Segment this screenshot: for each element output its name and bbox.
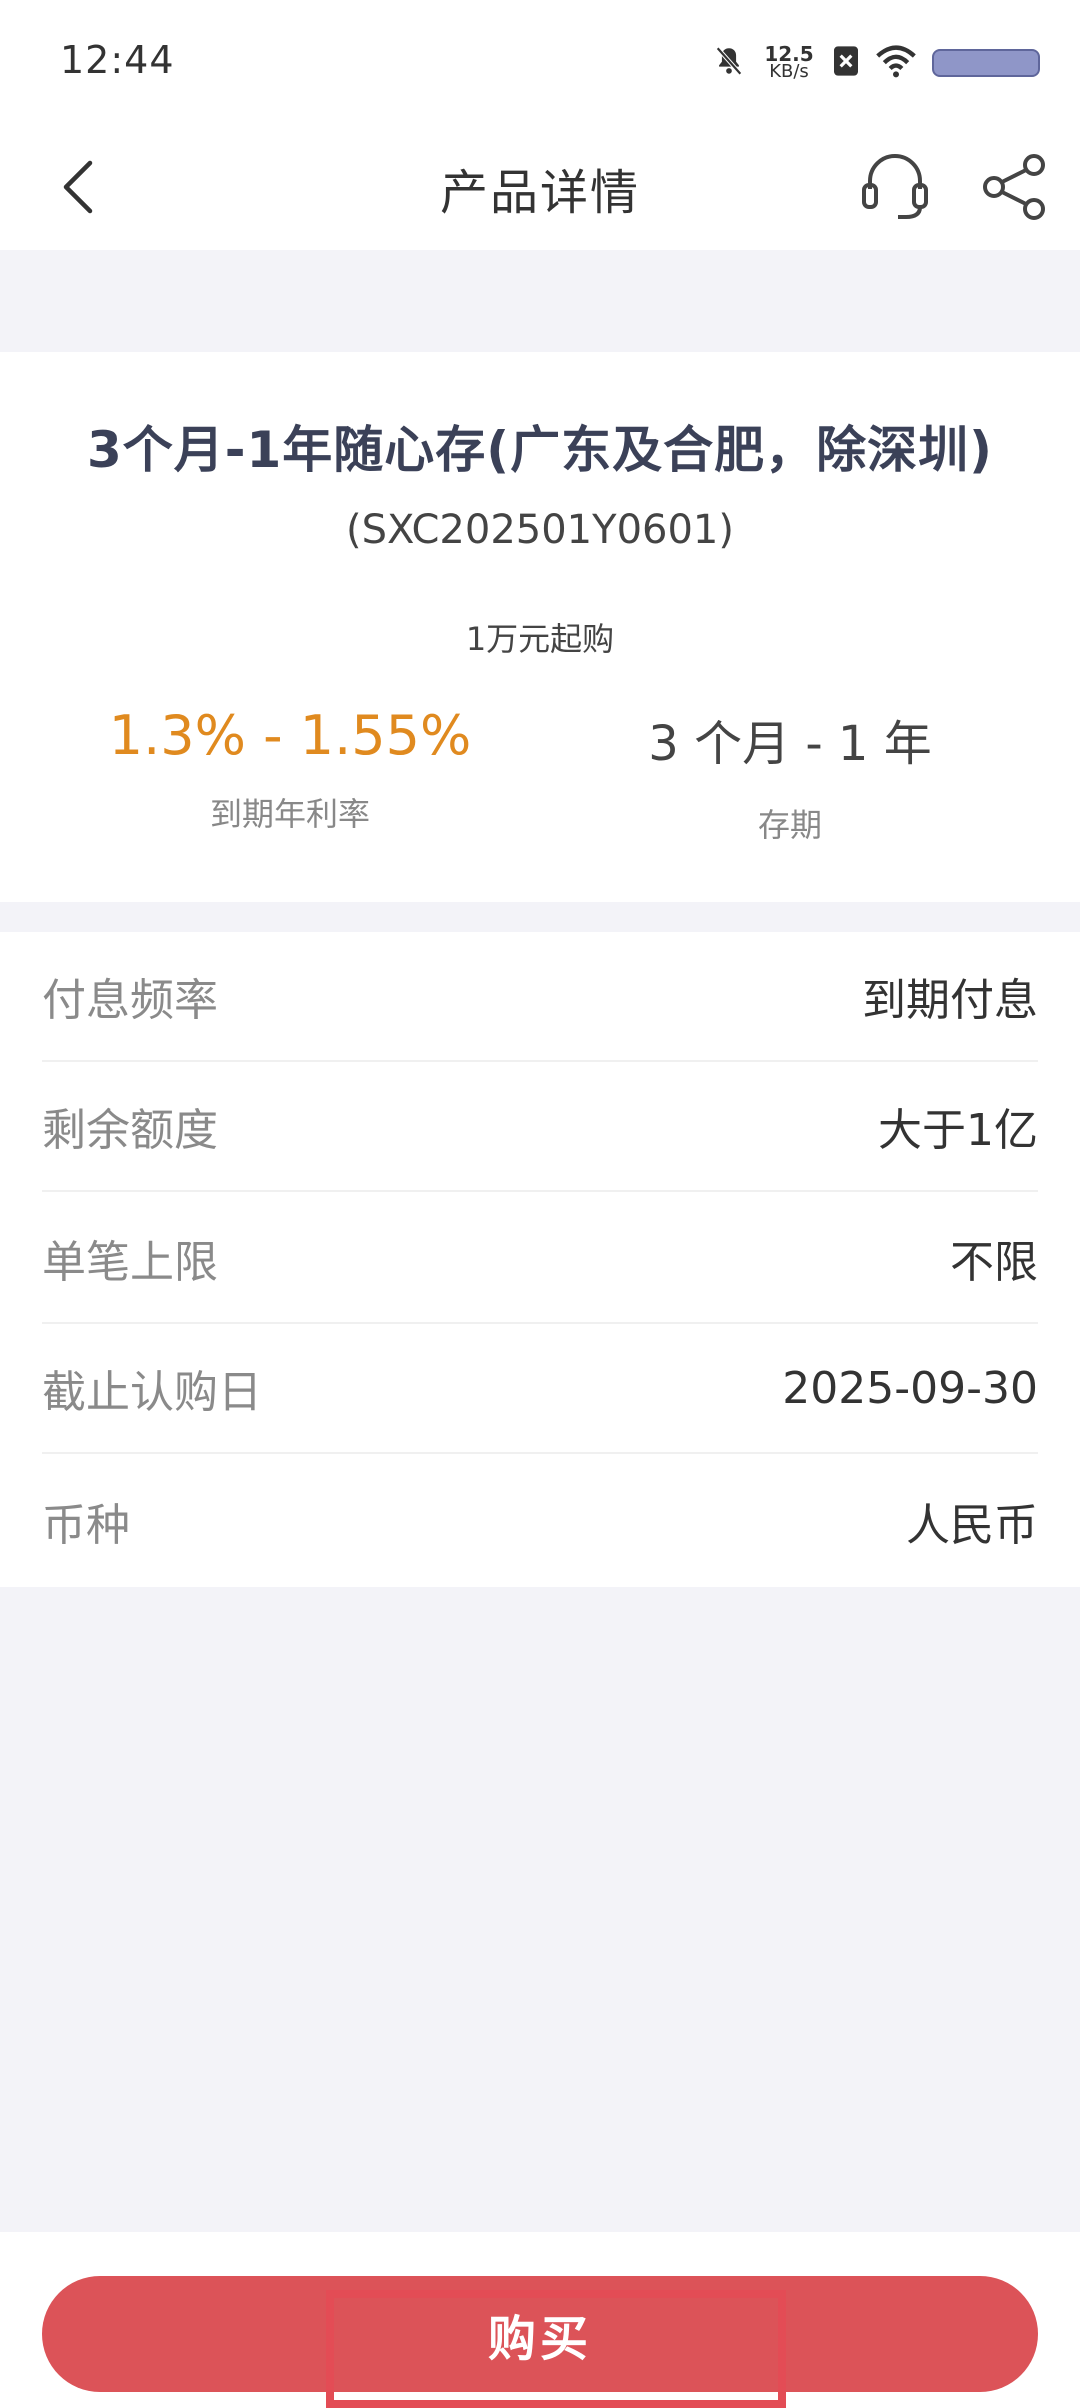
product-summary-card: 3个月-1年随心存(广东及合肥，除深圳) (SXC202501Y0601) 1万… bbox=[0, 352, 1080, 902]
detail-row-currency: 币种 人民币 bbox=[42, 1456, 1038, 1586]
share-button[interactable] bbox=[970, 141, 1060, 231]
detail-value: 大于1亿 bbox=[878, 1105, 1038, 1156]
term-block: 3 个月 - 1 年 存期 bbox=[580, 704, 1000, 846]
status-bar: 12:44 12.5 KB/s bbox=[0, 0, 1080, 125]
detail-value: 不限 bbox=[950, 1237, 1038, 1288]
product-details-list: 付息频率 到期付息 剩余额度 大于1亿 单笔上限 不限 截止认购日 2025-0… bbox=[0, 932, 1080, 1587]
rate-block: 1.3% - 1.55% 到期年利率 bbox=[80, 704, 500, 835]
customer-service-button[interactable] bbox=[850, 141, 940, 231]
detail-row-remaining-quota: 剩余额度 大于1亿 bbox=[42, 1062, 1038, 1192]
min-purchase: 1万元起购 bbox=[465, 620, 615, 658]
detail-value: 人民币 bbox=[906, 1500, 1038, 1551]
bottom-bar: 购买 bbox=[0, 2232, 1080, 2408]
product-code: (SXC202501Y0601) bbox=[346, 507, 734, 553]
share-icon bbox=[983, 154, 1045, 220]
buy-underline bbox=[345, 2392, 775, 2395]
no-sim-icon bbox=[832, 45, 860, 81]
status-time: 12:44 bbox=[60, 38, 175, 82]
detail-value: 2025-09-30 bbox=[782, 1362, 1038, 1414]
status-icons: 12.5 KB/s bbox=[712, 38, 1040, 88]
detail-label: 剩余额度 bbox=[42, 1105, 218, 1156]
detail-row-deadline: 截止认购日 2025-09-30 bbox=[42, 1324, 1038, 1454]
nav-bar: 产品详情 bbox=[0, 125, 1080, 250]
detail-value: 到期付息 bbox=[862, 975, 1038, 1026]
wifi-icon bbox=[876, 44, 916, 82]
detail-row-single-limit: 单笔上限 不限 bbox=[42, 1194, 1038, 1324]
net-speed: 12.5 KB/s bbox=[762, 44, 816, 82]
buy-button[interactable]: 购买 bbox=[42, 2276, 1038, 2392]
product-name: 3个月-1年随心存(广东及合肥，除深圳) bbox=[86, 421, 994, 479]
detail-label: 币种 bbox=[42, 1500, 130, 1551]
detail-label: 单笔上限 bbox=[42, 1237, 218, 1288]
battery-icon bbox=[932, 49, 1040, 77]
rate-value: 1.3% - 1.55% bbox=[108, 704, 472, 767]
detail-label: 截止认购日 bbox=[42, 1367, 262, 1418]
bell-muted-icon bbox=[712, 44, 746, 82]
headset-icon bbox=[862, 154, 928, 219]
detail-row-interest-frequency: 付息频率 到期付息 bbox=[42, 932, 1038, 1062]
rate-label: 到期年利率 bbox=[209, 795, 370, 833]
detail-label: 付息频率 bbox=[42, 975, 218, 1026]
term-label: 存期 bbox=[757, 806, 822, 844]
term-value: 3 个月 - 1 年 bbox=[648, 716, 932, 772]
net-speed-unit: KB/s bbox=[769, 61, 809, 82]
